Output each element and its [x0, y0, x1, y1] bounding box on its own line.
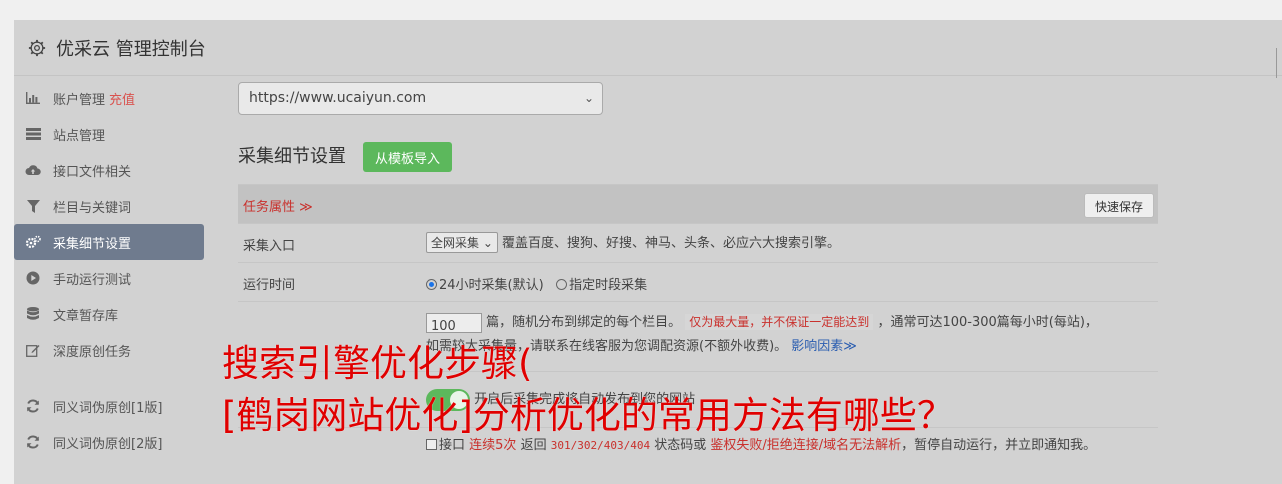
- amount-text-2: ，通常可达100-300篇每小时(每站)，: [877, 315, 1098, 330]
- sidebar-item-deep-original[interactable]: 深度原创任务: [14, 332, 204, 368]
- sidebar-item-collect-settings[interactable]: 采集细节设置: [14, 224, 204, 260]
- page-title: 采集细节设置: [238, 146, 346, 167]
- sidebar-item-label: 手动运行测试: [53, 272, 132, 288]
- auto-run-toggle[interactable]: [426, 388, 470, 411]
- sidebar-item-manual-run[interactable]: 手动运行测试: [14, 260, 204, 296]
- status-codes: 301/302/403/404: [550, 439, 651, 452]
- auto-run-text: 开启后采集完成将自动发布到您的网站: [474, 392, 696, 407]
- radio-scheduled-label: 指定时段采集: [569, 278, 648, 293]
- edit-icon: [25, 342, 41, 358]
- table-row: 运行时间 24小时采集(默认) 指定时段采集: [238, 262, 1158, 301]
- entry-label: 采集入口: [243, 239, 296, 254]
- quick-save-button[interactable]: 快速保存: [1083, 193, 1154, 218]
- pause-text: 状态码或: [654, 438, 707, 453]
- sidebar: 账户管理 充值 站点管理 接口文件相关 栏目与关键词 采集细节设置 手动运行测试: [14, 80, 204, 460]
- app-title: 优采云 管理控制台: [56, 38, 206, 60]
- entry-content: 全网采集 ⌄ 覆盖百度、搜狗、好搜、神马、头条、必应六大搜索引擎。: [426, 232, 840, 253]
- radio-24h[interactable]: [426, 279, 437, 290]
- sidebar-item-sites[interactable]: 站点管理: [14, 116, 204, 152]
- refresh-icon: [25, 434, 41, 450]
- sidebar-item-account[interactable]: 账户管理 充值: [14, 80, 204, 116]
- amount-text: 篇，随机分布到绑定的每个栏目。: [486, 315, 682, 330]
- cogs-icon: [25, 234, 41, 250]
- amount-content: 100 篇，随机分布到绑定的每个栏目。 仅为最大量，并不保证一定能达到 ，通常可…: [426, 310, 1156, 359]
- max-amount-note: 仅为最大量，并不保证一定能达到: [685, 314, 874, 330]
- import-from-template-button[interactable]: 从模板导入: [363, 142, 453, 172]
- table-row: 100 篇，随机分布到绑定的每个栏目。 仅为最大量，并不保证一定能达到 ，通常可…: [238, 301, 1158, 371]
- sidebar-item-article-storage[interactable]: 文章暂存库: [14, 296, 204, 332]
- bar-chart-icon: [25, 90, 41, 106]
- table-row: 开启后采集完成将自动发布到您的网站: [238, 371, 1158, 427]
- pause-text: ，暂停自动运行，并立即通知我。: [901, 438, 1097, 453]
- recharge-link[interactable]: 充值: [109, 89, 135, 108]
- amount-text-3: 如需较大采集量，请联系在线客服为您调配资源(不额外收费)。: [426, 339, 788, 354]
- sidebar-item-columns-keywords[interactable]: 栏目与关键词: [14, 188, 204, 224]
- entry-description: 覆盖百度、搜狗、好搜、神马、头条、必应六大搜索引擎。: [502, 236, 841, 251]
- settings-table: 任务属性 ≫ 快速保存 采集入口 全网采集 ⌄ 覆盖百度、搜狗、好搜、神马、头条…: [238, 184, 1158, 457]
- cloud-upload-icon: [25, 162, 41, 178]
- pause-content: 接口 连续5次 返回 301/302/403/404 状态码或 鉴权失败/拒绝连…: [426, 434, 1096, 453]
- server-icon: [25, 126, 41, 142]
- pause-text: 接口: [439, 438, 466, 453]
- filter-icon: [25, 198, 41, 214]
- runtime-label: 运行时间: [243, 278, 296, 293]
- sidebar-item-synonym-v2[interactable]: 同义词伪原创[2版]: [14, 424, 204, 460]
- database-icon: [25, 306, 41, 322]
- sidebar-item-label: 站点管理: [53, 128, 106, 144]
- radio-24h-label: 24小时采集(默认): [439, 278, 544, 293]
- sidebar-item-synonym-v1[interactable]: 同义词伪原创[1版]: [14, 388, 204, 424]
- site-select[interactable]: https://www.ucaiyun.com ⌄: [238, 82, 603, 115]
- influence-factors-link[interactable]: 影响因素≫: [791, 339, 857, 354]
- app-header: 优采云 管理控制台: [14, 20, 1282, 76]
- play-icon: [25, 270, 41, 286]
- sidebar-item-label: 账户管理: [53, 92, 106, 108]
- sidebar-item-label: 同义词伪原创[2版]: [53, 436, 163, 452]
- site-select-value: https://www.ucaiyun.com: [249, 90, 427, 106]
- task-attributes-toggle[interactable]: 任务属性 ≫: [243, 196, 313, 215]
- sidebar-item-label: 同义词伪原创[1版]: [53, 400, 163, 416]
- sidebar-item-label: 文章暂存库: [53, 308, 119, 324]
- chevron-down-icon: ⌄: [583, 91, 594, 105]
- sidebar-item-label: 深度原创任务: [53, 344, 132, 360]
- entry-select-value: 全网采集: [431, 236, 480, 250]
- pause-text: 返回: [520, 438, 547, 453]
- amount-input[interactable]: 100: [426, 312, 482, 334]
- refresh-icon: [25, 398, 41, 414]
- sidebar-item-label: 接口文件相关: [53, 164, 132, 180]
- pause-checkbox[interactable]: [426, 439, 437, 450]
- scrollbar[interactable]: [1272, 48, 1282, 78]
- table-row: 接口 连续5次 返回 301/302/403/404 状态码或 鉴权失败/拒绝连…: [238, 427, 1158, 457]
- table-header-row: 任务属性 ≫ 快速保存: [238, 184, 1158, 223]
- radio-scheduled[interactable]: [556, 279, 568, 290]
- entry-select[interactable]: 全网采集 ⌄: [426, 232, 498, 253]
- auto-run-content: 开启后采集完成将自动发布到您的网站: [426, 388, 695, 411]
- sidebar-item-interface-files[interactable]: 接口文件相关: [14, 152, 204, 188]
- sidebar-item-label: 采集细节设置: [53, 236, 132, 252]
- auth-failure-note: 鉴权失败/拒绝连接/域名无法解析: [710, 438, 902, 453]
- runtime-options: 24小时采集(默认) 指定时段采集: [426, 274, 647, 293]
- gear-icon: [28, 39, 46, 56]
- pause-count: 连续5次: [469, 438, 517, 453]
- sidebar-item-label: 栏目与关键词: [53, 200, 132, 216]
- table-row: 采集入口 全网采集 ⌄ 覆盖百度、搜狗、好搜、神马、头条、必应六大搜索引擎。: [238, 223, 1158, 262]
